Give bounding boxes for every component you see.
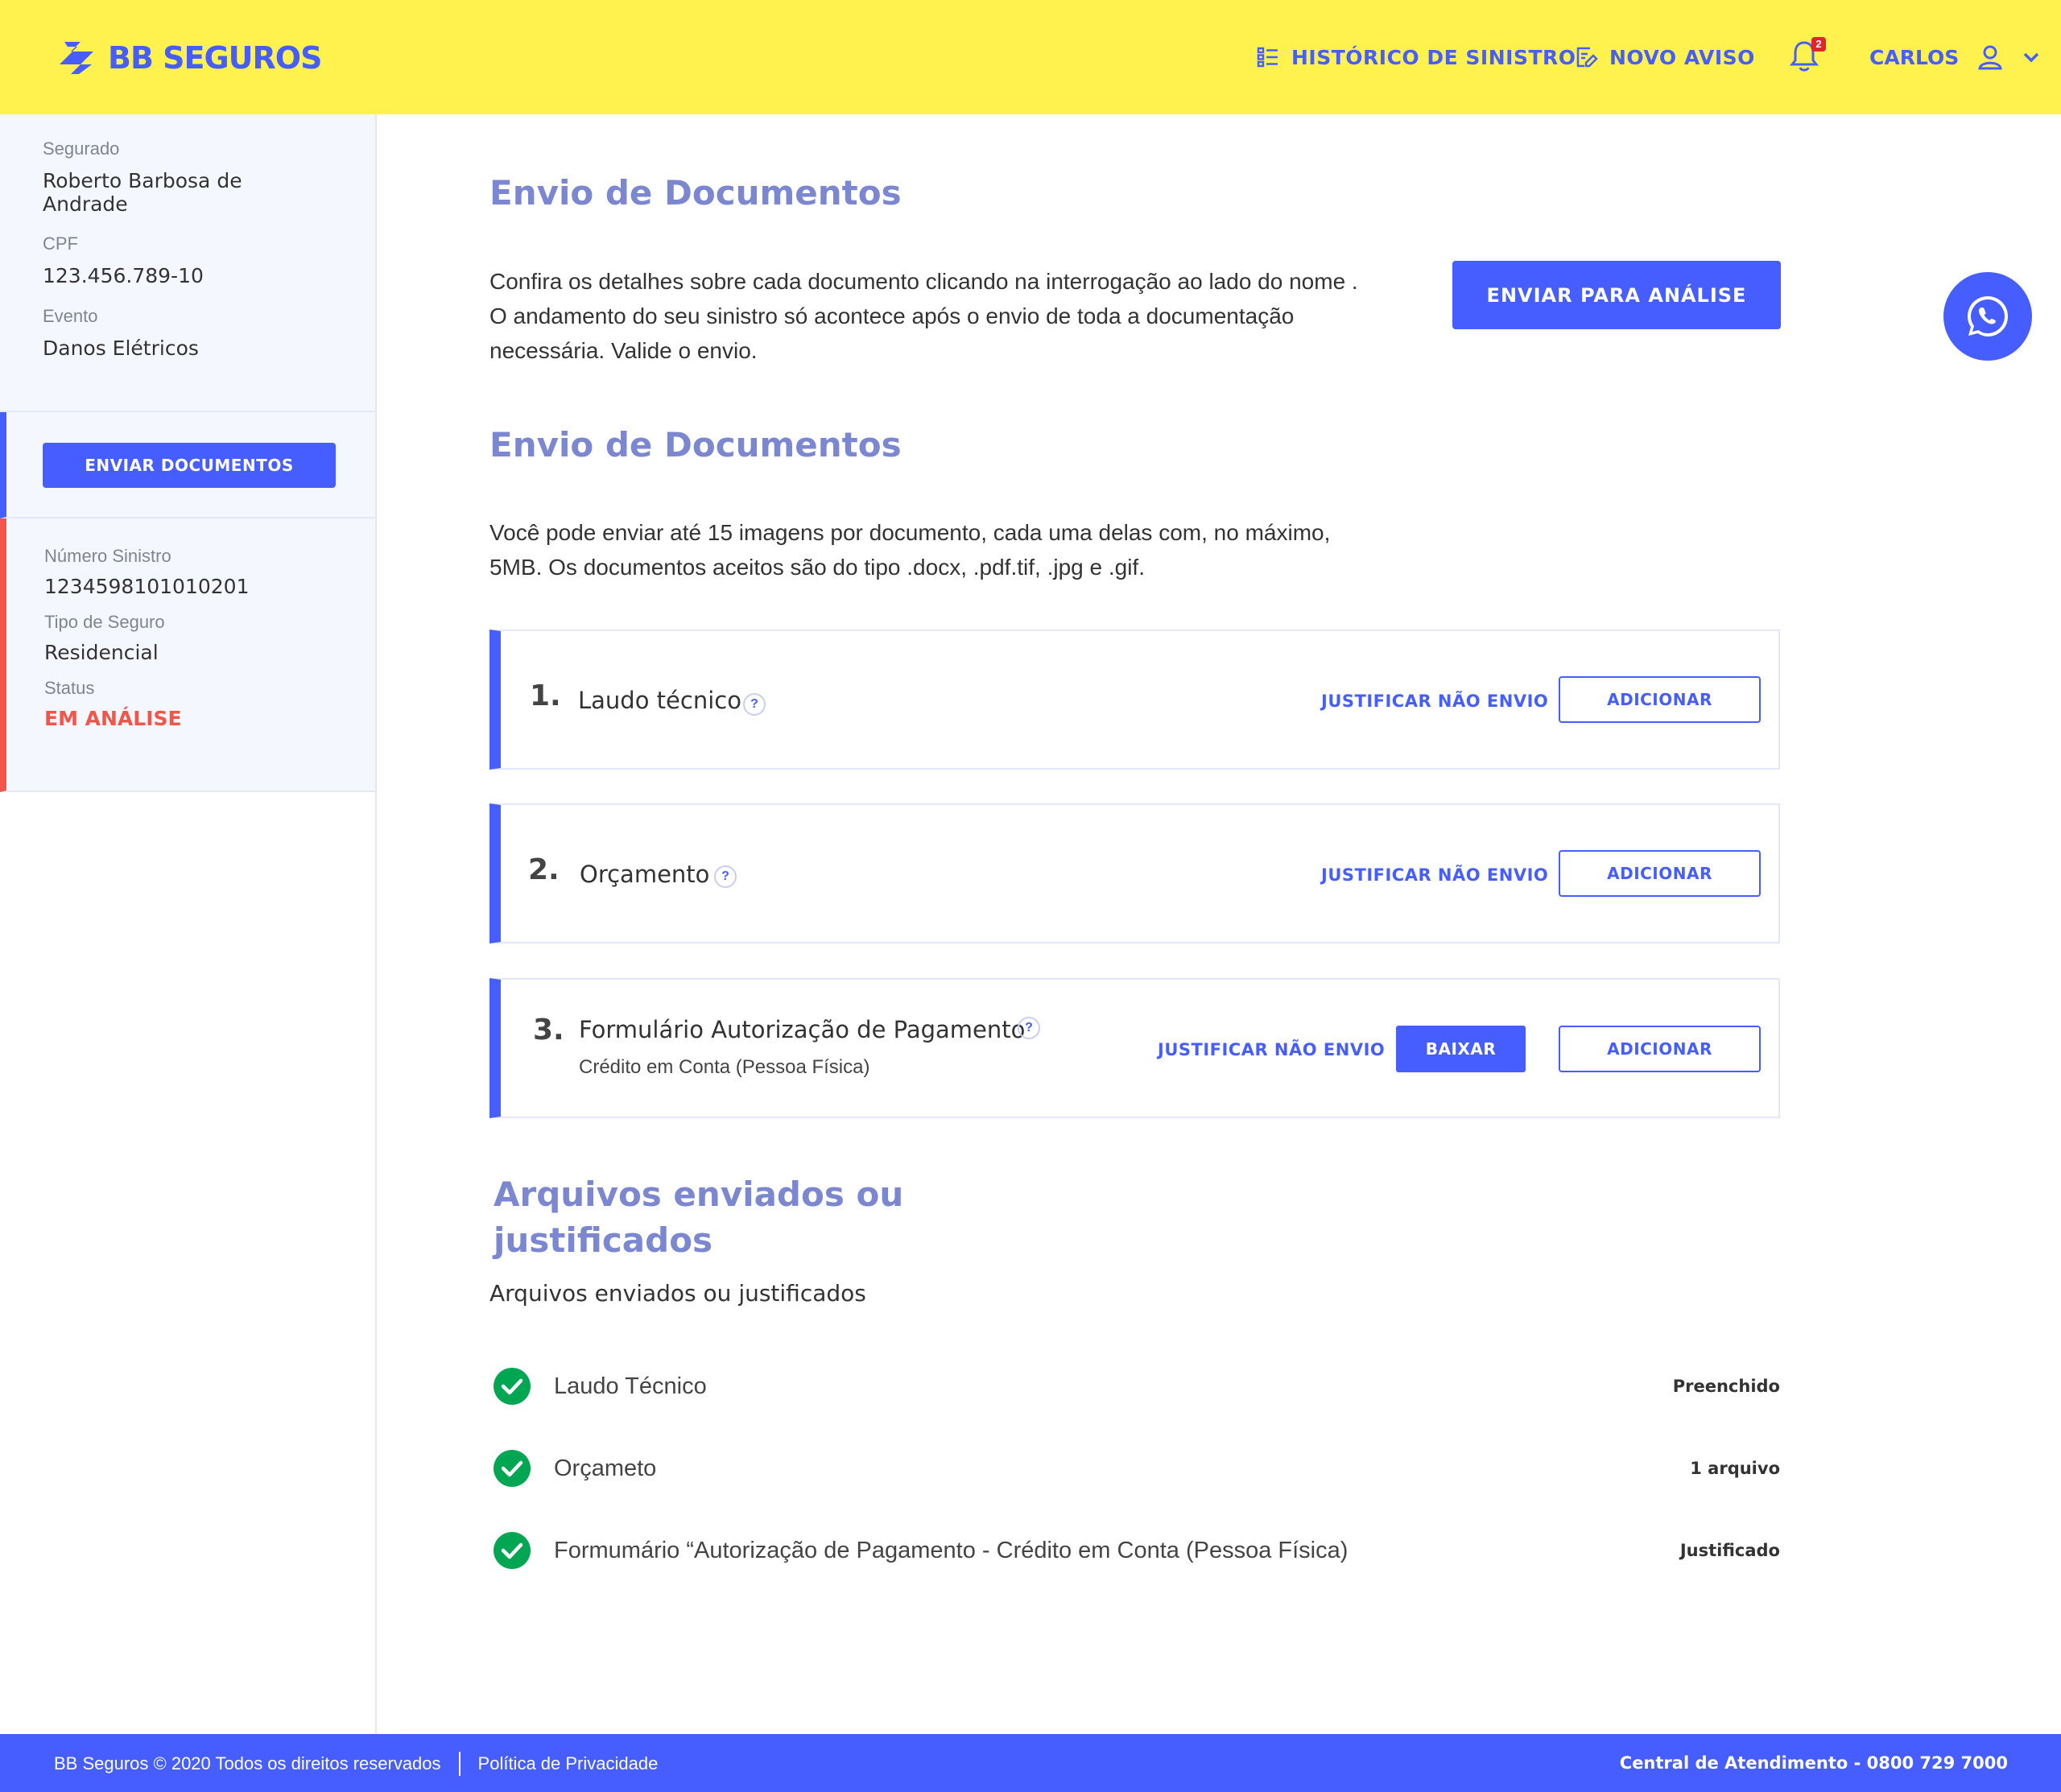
list-icon [1257,47,1278,68]
chevron-down-icon [2024,52,2039,63]
document-card-formulario: 3. Formulário Autorização de Pagamento ?… [489,978,1780,1118]
adicionar-button[interactable]: ADICIONAR [1559,850,1761,897]
section-title: Envio de Documentos [489,425,902,465]
sent-files-title: Arquivos enviados ou justificados [494,1175,904,1260]
whatsapp-icon [1968,296,2008,337]
intro-line-2: O andamento do seu sinistro só acontece … [489,303,1295,328]
upload-info-text: Você pode enviar até 15 imagens por docu… [489,515,1407,584]
footer-links: BB Seguros © 2020 Todos os direitos rese… [54,1752,658,1776]
logo-text: BB SEGUROS [108,40,322,76]
check-circle-icon [494,1450,531,1487]
adicionar-button[interactable]: ADICIONAR [1559,1026,1761,1072]
edit-document-icon [1576,47,1598,68]
check-circle-icon [494,1368,531,1405]
file-name: Laudo Técnico [554,1373,707,1399]
cpf-value: 123.456.789-10 [43,264,204,287]
segurado-value: Roberto Barbosa de Andrade [43,169,242,216]
claimant-info: Segurado Roberto Barbosa de Andrade CPF … [0,114,375,412]
list-item: Laudo Técnico Preenchido [489,1367,1780,1407]
tipo-seguro-value: Residencial [44,641,159,664]
document-card-orcamento: 2. Orçamento ? JUSTIFICAR NÃO ENVIO ADIC… [489,803,1780,943]
status-badge: EM ANÁLISE [44,707,182,730]
file-name: Formumário “Autorização de Pagamento - C… [554,1538,1349,1563]
justificar-nao-envio-link[interactable]: JUSTIFICAR NÃO ENVIO [1321,692,1548,711]
central-atendimento: Central de Atendimento - 0800 729 7000 [1619,1753,2008,1773]
list-item: Orçameto 1 arquivo [489,1449,1780,1489]
adicionar-button[interactable]: ADICIONAR [1559,676,1761,723]
sidebar: Segurado Roberto Barbosa de Andrade CPF … [0,114,377,1734]
nav-novo-aviso[interactable]: NOVO AVISO [1574,37,1755,77]
file-status: Justificado [1679,1541,1780,1560]
help-icon[interactable]: ? [743,693,766,716]
document-subtitle: Crédito em Conta (Pessoa Física) [579,1056,870,1078]
tipo-seguro-label: Tipo de Seguro [44,612,165,632]
status-label: Status [44,678,95,698]
page-title: Envio de Documentos [489,173,902,213]
document-number: 3. [533,1014,564,1047]
top-header: BB SEGUROS HISTÓRICO DE SINISTRO NOVO AV… [0,0,2061,114]
intro-line-3: necessária. Valide o envio. [489,338,758,363]
privacy-policy-link[interactable]: Política de Privacidade [478,1753,659,1774]
document-title: Orçamento [580,861,710,888]
claim-info: Número Sinistro 1234598101010201 Tipo de… [0,518,375,792]
footer-divider [458,1752,461,1776]
enviar-documentos-button[interactable]: ENVIAR DOCUMENTOS [43,443,336,488]
bb-logo-icon [60,42,93,74]
check-circle-icon [494,1532,531,1569]
numero-sinistro-label: Número Sinistro [44,546,171,566]
file-name: Orçameto [554,1455,657,1481]
footer: BB Seguros © 2020 Todos os direitos rese… [0,1734,2061,1792]
notification-badge: 2 [1811,37,1826,52]
evento-label: Evento [43,306,98,326]
copyright-text: BB Seguros © 2020 Todos os direitos rese… [54,1753,441,1773]
nav-historico-label: HISTÓRICO DE SINISTRO [1291,45,1576,69]
document-number: 1. [530,679,561,712]
help-icon[interactable]: ? [1018,1017,1040,1039]
intro-text: Confira os detalhes sobre cada documento… [489,264,1407,368]
file-status: 1 arquivo [1690,1459,1780,1478]
whatsapp-button[interactable] [1943,272,2032,361]
user-icon [1978,45,2002,70]
document-title: Laudo técnico [578,687,741,714]
document-number: 2. [528,853,560,886]
cpf-label: CPF [43,233,78,254]
baixar-button[interactable]: BAIXAR [1396,1026,1526,1072]
justificar-nao-envio-link[interactable]: JUSTIFICAR NÃO ENVIO [1158,1040,1385,1059]
notifications-button[interactable]: 2 [1789,37,1826,74]
help-icon[interactable]: ? [714,865,737,888]
justificar-nao-envio-link[interactable]: JUSTIFICAR NÃO ENVIO [1321,865,1548,885]
nav-historico-sinistro[interactable]: HISTÓRICO DE SINISTRO [1256,37,1576,77]
nav-novo-aviso-label: NOVO AVISO [1609,45,1755,69]
upload-info-line-2: 5MB. Os documentos aceitos são do tipo .… [489,555,1145,580]
user-menu[interactable]: CARLOS [1869,37,2041,77]
bb-seguros-logo[interactable]: BB SEGUROS [56,35,322,81]
document-card-laudo: 1. Laudo técnico ? JUSTIFICAR NÃO ENVIO … [489,630,1780,770]
upload-info-line-1: Você pode enviar até 15 imagens por docu… [489,520,1331,545]
list-item: Formumário “Autorização de Pagamento - C… [489,1531,1780,1571]
document-title: Formulário Autorização de Pagamento [579,1016,1026,1043]
segurado-label: Segurado [43,138,120,159]
evento-value: Danos Elétricos [43,337,199,360]
numero-sinistro-value: 1234598101010201 [44,575,250,598]
sidebar-menu-active: ENVIAR DOCUMENTOS [0,412,375,518]
enviar-para-analise-button[interactable]: ENVIAR PARA ANÁLISE [1452,261,1781,329]
file-status: Preenchido [1672,1377,1780,1396]
sent-files-subtitle: Arquivos enviados ou justificados [489,1280,866,1307]
user-name: CARLOS [1869,45,1960,69]
intro-line-1: Confira os detalhes sobre cada documento… [489,269,1358,294]
